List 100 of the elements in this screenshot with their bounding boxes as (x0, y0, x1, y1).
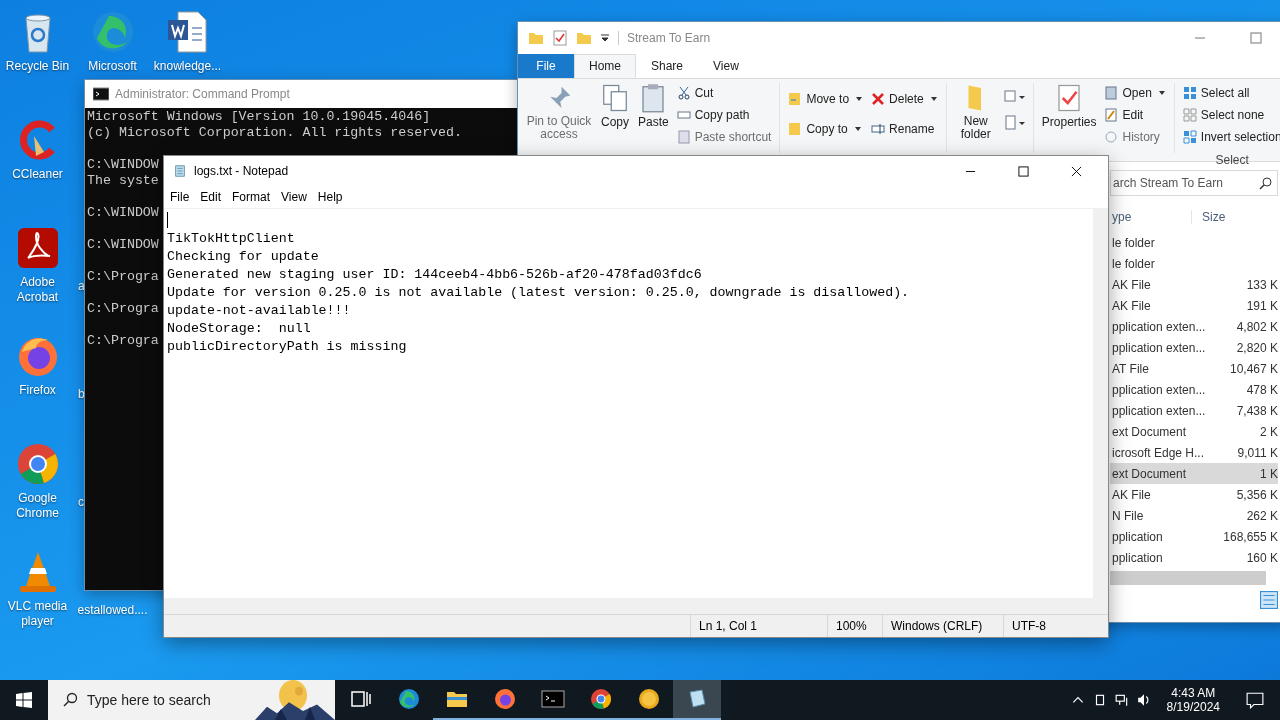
invert-selection-button[interactable]: Invert selection (1180, 127, 1280, 147)
icon-label[interactable]: Recycle Bin (1, 59, 74, 74)
file-row[interactable]: le folder (1110, 232, 1278, 253)
select-all-button[interactable]: Select all (1180, 83, 1280, 103)
file-row[interactable]: pplication exten... 478 K (1110, 379, 1278, 400)
checklist-icon[interactable] (552, 30, 568, 46)
paste-shortcut-button[interactable]: Paste shortcut (674, 127, 774, 147)
ribbon-tab[interactable]: File (518, 54, 574, 78)
menu-item[interactable]: File (166, 190, 197, 204)
file-row[interactable]: N File 262 K (1110, 505, 1278, 526)
table-cell: pplication exten... (1112, 382, 1206, 397)
new-item-icon[interactable] (1002, 89, 1027, 105)
search-input[interactable]: Type here to search (87, 688, 247, 712)
file-row[interactable]: ext Document 2 K (1110, 421, 1278, 442)
delete-button[interactable]: Delete (869, 89, 940, 109)
cut-button[interactable]: Cut (674, 83, 774, 103)
document-icon (1104, 86, 1119, 100)
file-row[interactable]: ext Document 1 K (1110, 463, 1278, 484)
details-view-icon[interactable] (1260, 591, 1278, 609)
icon-label[interactable]: CCleaner (1, 167, 74, 182)
file-row[interactable]: AK File 191 K (1110, 295, 1278, 316)
pencil-icon (1104, 108, 1119, 122)
file-row[interactable]: AT File 10,467 K (1110, 358, 1278, 379)
clock[interactable]: 4:43 AM 8/19/2024 (1166, 686, 1220, 714)
history-button[interactable]: History (1102, 127, 1168, 147)
table-cell: 2 K (1260, 424, 1278, 439)
menu-item[interactable]: Format (228, 190, 278, 204)
file-row[interactable]: pplication 160 K (1110, 547, 1278, 568)
scrollbar[interactable] (1110, 571, 1266, 585)
paste-button[interactable]: Paste (636, 83, 671, 143)
ribbon-tab[interactable]: Home (574, 54, 636, 78)
menu-item[interactable]: View (277, 190, 314, 204)
copy-to-button[interactable]: Copy to (786, 119, 866, 139)
table-cell: 191 K (1246, 298, 1278, 313)
windows-start-icon[interactable] (16, 692, 32, 708)
icon-label[interactable]: a (78, 279, 85, 294)
select-none-button[interactable]: Select none (1180, 105, 1280, 125)
table-cell: 5,356 K (1236, 487, 1278, 502)
file-row[interactable]: AK File 133 K (1110, 274, 1278, 295)
scrollbar[interactable] (164, 598, 1108, 614)
file-row[interactable]: pplication exten... 4,802 K (1110, 316, 1278, 337)
table-cell-text: AK File (1112, 298, 1152, 313)
column-header[interactable]: ype (1112, 210, 1191, 224)
file-row[interactable]: le folder (1110, 253, 1278, 274)
table-cell: 478 K (1246, 382, 1278, 397)
open-button[interactable]: Open (1102, 83, 1168, 103)
table-cell: 160 K (1246, 550, 1278, 565)
edit-button[interactable]: Edit (1102, 105, 1168, 125)
table-cell: 168,655 K (1223, 529, 1278, 544)
icon-label[interactable]: Microsoft (76, 59, 149, 74)
status-text: Ln 1, Col 1 (690, 615, 827, 637)
notification-icon[interactable] (1246, 691, 1264, 709)
caret-icon (1157, 89, 1166, 97)
status-text: Windows (CRLF) (882, 615, 1003, 637)
new-folder-button[interactable]: New folder (952, 83, 999, 143)
search-icon[interactable] (62, 692, 78, 708)
search-field[interactable]: Type here to search (48, 680, 335, 720)
table-cell-text: pplication (1112, 550, 1164, 565)
table-cell: pplication exten... (1112, 340, 1206, 355)
maximize-icon[interactable] (1250, 32, 1262, 44)
file-row[interactable]: icrosoft Edge H... 9,011 K (1110, 442, 1278, 463)
scrollbar[interactable] (1093, 209, 1108, 598)
rename-button[interactable]: Rename (869, 119, 940, 139)
chrome-icon (589, 687, 613, 711)
column-header[interactable]: Size (1191, 210, 1278, 224)
console-icon (93, 87, 109, 101)
close-icon[interactable] (1071, 165, 1082, 177)
speaker-icon[interactable] (1136, 693, 1151, 707)
network-icon[interactable] (1114, 693, 1129, 707)
notepad-taskbar-button[interactable] (673, 680, 721, 720)
edge-icon (397, 687, 421, 711)
file-row[interactable]: pplication 168,655 K (1110, 526, 1278, 547)
file-row[interactable]: AK File 5,356 K (1110, 484, 1278, 505)
notepad-icon (172, 164, 188, 178)
easy-access-icon[interactable] (1002, 115, 1027, 131)
pin-button[interactable]: Pin to Quick access (524, 83, 594, 143)
search-field[interactable]: arch Stream To Earn (1110, 170, 1278, 196)
icon-label[interactable]: Adobe Acrobat (1, 275, 74, 305)
console-icon (541, 687, 565, 711)
table-cell-text: AK File (1112, 277, 1152, 292)
status-text: UTF-8 (1003, 615, 1108, 637)
maximize-icon[interactable] (1018, 165, 1029, 177)
console-line: The syste (87, 173, 159, 188)
search-icon[interactable] (1259, 176, 1273, 190)
copy-path-button[interactable]: Copy path (674, 105, 774, 125)
menu-item[interactable]: Edit (196, 190, 229, 204)
fox-globe-icon (493, 687, 517, 711)
icon-label[interactable]: knowledge... (151, 59, 224, 74)
console-line: C:\Progra (87, 333, 159, 348)
text-cursor (167, 212, 168, 229)
file-row[interactable]: pplication exten... 7,438 K (1110, 400, 1278, 421)
text-line: publicDirectoryPath is missing (167, 339, 407, 354)
menu-item[interactable]: Help (313, 190, 350, 204)
move-to-button[interactable]: Move to (786, 89, 866, 109)
text-line: Update for version 0.25.0 is not available (latest version: 0.25.0, downgrade is disallowed). (167, 285, 910, 300)
cross-icon (871, 92, 886, 106)
file-row[interactable]: pplication exten... 2,820 K (1110, 337, 1278, 358)
copy-button[interactable]: Copy (598, 83, 632, 143)
date-text: 8/19/2024 (1166, 700, 1220, 714)
properties-button[interactable]: Properties (1039, 83, 1099, 143)
